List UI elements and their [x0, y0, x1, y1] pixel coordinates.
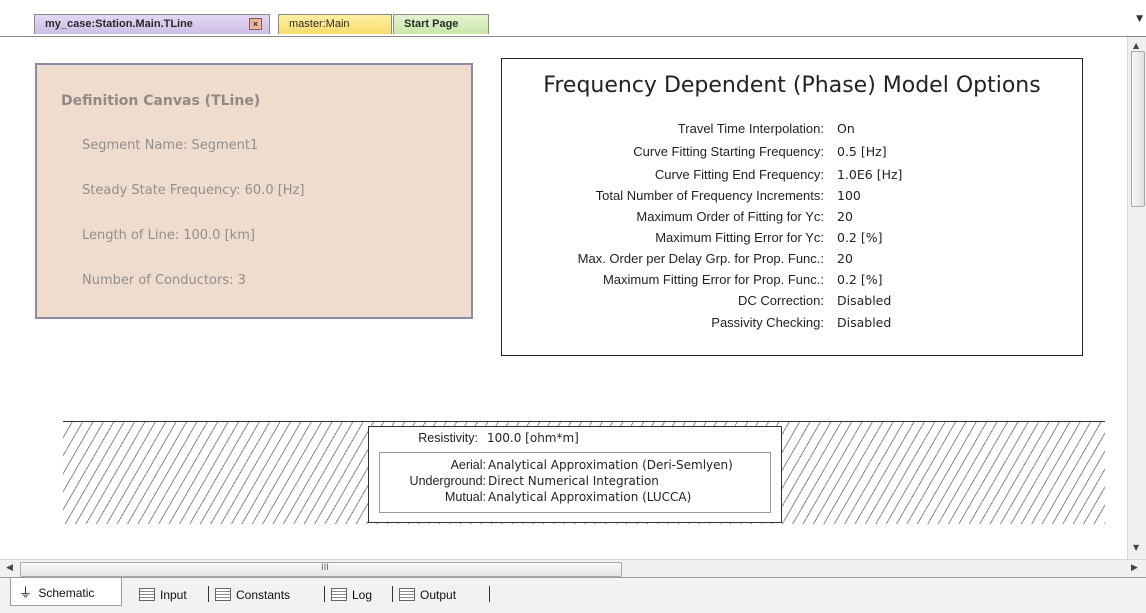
fd-option-row: Curve Fitting End Frequency: 1.0E6 [Hz] — [502, 167, 1082, 184]
fd-option-row: Travel Time Interpolation: On — [502, 121, 1082, 138]
segment-name: Segment Name: Segment1 — [82, 138, 259, 153]
option-label: Maximum Fitting Error for Prop. Func.: — [602, 272, 824, 287]
scroll-down-icon[interactable]: ▼ — [1133, 543, 1139, 552]
tab-separator — [324, 586, 325, 602]
tab-separator — [392, 586, 393, 602]
option-value: 0.2 [%] — [837, 272, 883, 287]
fd-option-row: Passivity Checking: Disabled — [502, 315, 1082, 332]
view-tab-label: Log — [352, 588, 373, 602]
ground-return-row: Underground: Direct Numerical Integratio… — [380, 474, 770, 489]
option-value: On — [837, 121, 855, 136]
document-icon — [215, 588, 231, 601]
document-icon — [331, 588, 347, 601]
tab-output[interactable]: Output — [399, 584, 456, 606]
option-label: Total Number of Frequency Increments: — [595, 188, 824, 203]
ground-return-box: Aerial: Analytical Approximation (Deri-S… — [379, 452, 771, 513]
document-tab-strip: my_case:Station.Main.TLine × master:Main… — [0, 0, 1146, 37]
definition-title: Definition Canvas (TLine) — [61, 93, 261, 109]
option-label: Travel Time Interpolation: — [677, 121, 824, 136]
conductor-count: Number of Conductors: 3 — [82, 273, 246, 288]
view-tab-label: Schematic — [38, 586, 95, 600]
option-label: Curve Fitting Starting Frequency: — [633, 144, 824, 159]
fd-option-row: Maximum Fitting Error for Yc: 0.2 [%] — [502, 230, 1082, 247]
fd-option-row: Total Number of Frequency Increments: 10… — [502, 188, 1082, 205]
option-value: 1.0E6 [Hz] — [837, 167, 903, 182]
document-icon — [139, 588, 155, 601]
ground-row-value: Direct Numerical Integration — [488, 474, 659, 488]
option-label: Maximum Fitting Error for Yc: — [655, 230, 824, 245]
tab-label: Start Page — [404, 18, 459, 30]
document-icon — [399, 588, 415, 601]
tab-tline[interactable]: my_case:Station.Main.TLine × — [34, 14, 270, 34]
option-label: Curve Fitting End Frequency: — [654, 167, 824, 182]
fd-option-row: Maximum Order of Fitting for Yc: 20 — [502, 209, 1082, 226]
fd-option-row: Curve Fitting Starting Frequency: 0.5 [H… — [502, 144, 1082, 161]
ground-return-row: Mutual: Analytical Approximation (LUCCA) — [380, 490, 770, 505]
option-value: 0.2 [%] — [837, 230, 883, 245]
ground-row-value: Analytical Approximation (Deri-Semlyen) — [488, 458, 733, 472]
ground-return-row: Aerial: Analytical Approximation (Deri-S… — [380, 458, 770, 473]
tab-master-main[interactable]: master:Main — [278, 14, 392, 34]
tab-start-page[interactable]: Start Page — [393, 14, 489, 34]
tab-log[interactable]: Log — [331, 584, 372, 606]
ground-row-label: Underground: — [409, 474, 486, 488]
scroll-grip: III — [321, 563, 329, 573]
tab-label: my_case:Station.Main.TLine — [45, 18, 193, 30]
horizontal-scroll-thumb[interactable]: III — [20, 562, 622, 577]
option-value: 20 — [837, 209, 853, 224]
fd-model-options-box[interactable]: Frequency Dependent (Phase) Model Option… — [501, 58, 1083, 356]
option-value: 0.5 [Hz] — [837, 144, 887, 159]
tab-separator — [489, 586, 490, 602]
option-label: Passivity Checking: — [711, 315, 824, 330]
view-tab-label: Input — [160, 588, 187, 602]
fd-model-title: Frequency Dependent (Phase) Model Option… — [543, 73, 1041, 98]
tab-constants[interactable]: Constants — [215, 584, 290, 606]
tab-input[interactable]: Input — [139, 584, 187, 606]
fd-option-row: Maximum Fitting Error for Prop. Func.: 0… — [502, 272, 1082, 289]
line-length: Length of Line: 100.0 [km] — [82, 228, 255, 243]
tab-label: master:Main — [289, 18, 350, 30]
scroll-up-icon[interactable]: ▲ — [1133, 41, 1139, 50]
resistivity-value: 100.0 [ohm*m] — [487, 431, 579, 445]
resistivity-label: Resistivity: — [418, 431, 478, 445]
view-tab-label: Constants — [236, 588, 291, 602]
option-value: 20 — [837, 251, 853, 266]
option-label: Maximum Order of Fitting for Yc: — [636, 209, 824, 224]
close-icon[interactable]: × — [249, 18, 262, 30]
schematic-canvas[interactable]: Definition Canvas (TLine) Segment Name: … — [0, 37, 1127, 559]
vertical-scrollbar[interactable]: ▲ ▼ — [1127, 37, 1146, 559]
option-value: 100 — [837, 188, 861, 203]
definition-canvas-box[interactable]: Definition Canvas (TLine) Segment Name: … — [35, 63, 473, 319]
scroll-left-icon[interactable]: ◀ — [6, 563, 13, 573]
steady-state-frequency: Steady State Frequency: 60.0 [Hz] — [82, 183, 305, 198]
fd-option-row: DC Correction: Disabled — [502, 293, 1082, 310]
option-label: Max. Order per Delay Grp. for Prop. Func… — [577, 251, 824, 266]
tab-schematic[interactable]: ⏚ Schematic — [10, 578, 122, 606]
tab-separator — [208, 586, 209, 602]
vertical-scroll-thumb[interactable] — [1131, 51, 1145, 207]
ground-row-label: Mutual: — [445, 490, 486, 504]
ground-row-value: Analytical Approximation (LUCCA) — [488, 490, 692, 504]
view-tab-bar: ⏚ Schematic Input Constants Log Output — [0, 577, 1146, 613]
option-value: Disabled — [837, 315, 892, 330]
fd-option-row: Max. Order per Delay Grp. for Prop. Func… — [502, 251, 1082, 268]
ground-parameters-box[interactable]: Resistivity: 100.0 [ohm*m] Aerial: Analy… — [368, 426, 782, 523]
view-tab-label: Output — [420, 588, 457, 602]
option-label: DC Correction: — [738, 293, 824, 308]
ground-row-label: Aerial: — [450, 458, 486, 472]
option-value: Disabled — [837, 293, 892, 308]
tab-list-dropdown-icon[interactable]: ▼ — [1136, 14, 1143, 24]
horizontal-scrollbar[interactable]: ◀ III ▶ — [0, 559, 1146, 578]
scroll-right-icon[interactable]: ▶ — [1131, 563, 1138, 573]
schematic-icon: ⏚ — [19, 585, 33, 600]
